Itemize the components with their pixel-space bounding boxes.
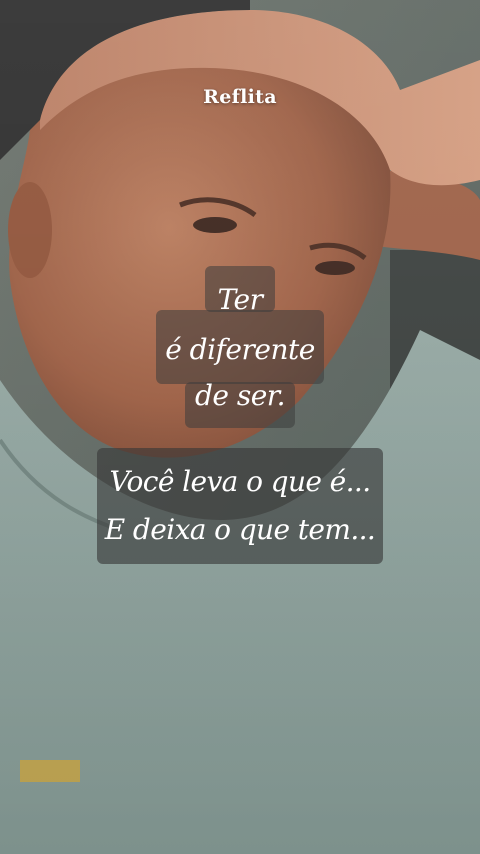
quote-primary: Ter é diferente de ser.	[0, 266, 480, 428]
quote-secondary-line-1: Você leva o que é...	[109, 465, 371, 498]
quote-primary-line-1: Ter	[217, 283, 263, 316]
quote-secondary: Você leva o que é... E deixa o que tem..…	[97, 448, 383, 564]
quote-secondary-line-2: E deixa o que tem...	[104, 513, 376, 546]
quote-primary-line-2: é diferente	[165, 333, 315, 366]
page-title: Reflita	[203, 86, 277, 108]
quote-primary-line-3: de ser.	[194, 379, 286, 412]
